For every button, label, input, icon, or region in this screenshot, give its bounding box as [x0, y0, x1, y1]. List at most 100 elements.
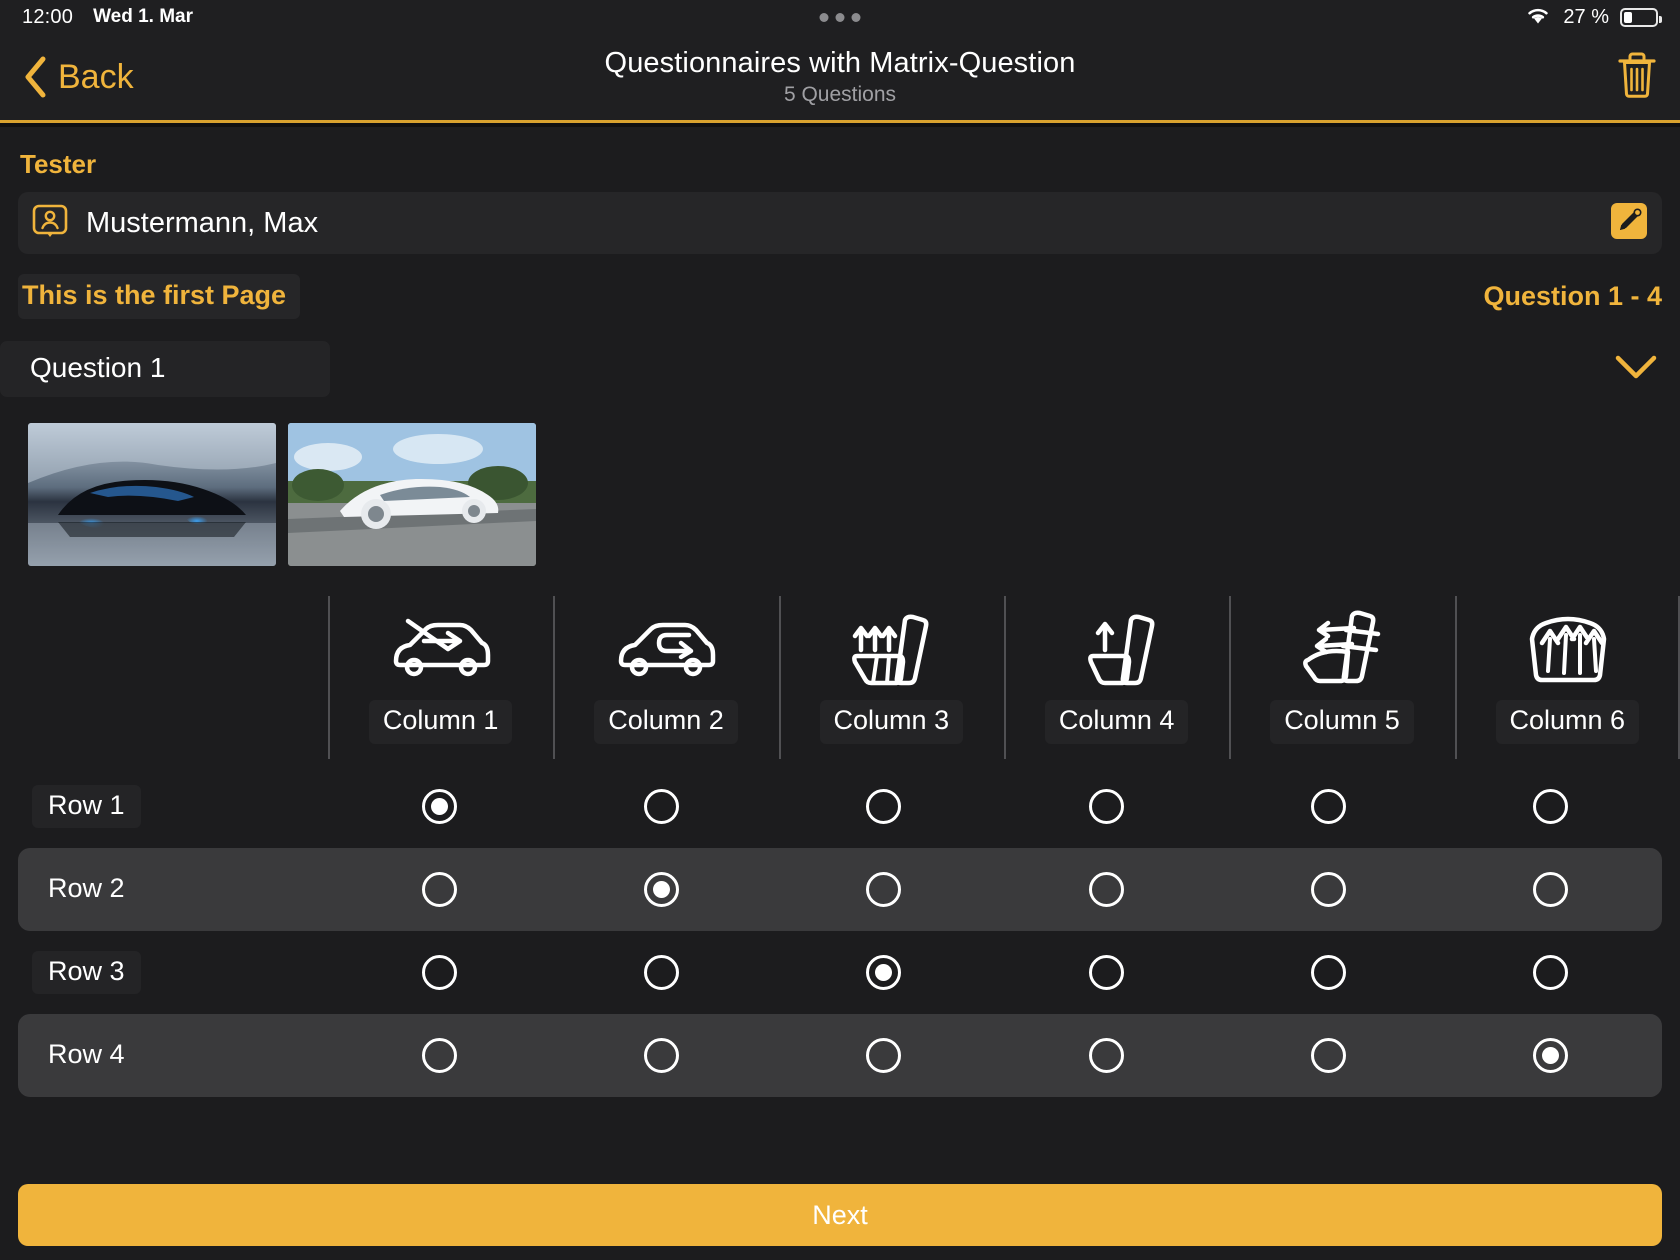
radio-button[interactable]	[1533, 1038, 1569, 1073]
matrix-question: Column 1 Column 2 Column 3 Column 4 Colu…	[0, 590, 1680, 1097]
matrix-column-label: Column 5	[1270, 700, 1414, 744]
delete-button[interactable]	[1616, 52, 1658, 103]
matrix-cell-r4c5[interactable]	[1217, 1038, 1439, 1073]
matrix-cell-r1c1[interactable]	[328, 789, 550, 824]
question-title-chip: Question 1	[0, 341, 330, 397]
table-row: Row 3	[18, 931, 1662, 1014]
content-area: Tester Mustermann, Max This is the first…	[0, 127, 1680, 1097]
matrix-cell-r1c6[interactable]	[1440, 789, 1662, 824]
matrix-column-1: Column 1	[328, 590, 553, 765]
radio-button[interactable]	[643, 789, 679, 824]
radio-button[interactable]	[866, 955, 902, 990]
matrix-cell-r3c1[interactable]	[328, 955, 550, 990]
matrix-cell-r4c4[interactable]	[995, 1038, 1217, 1073]
matrix-cell-r2c6[interactable]	[1440, 872, 1662, 907]
radio-button[interactable]	[866, 789, 902, 824]
question-image-strip	[0, 397, 1680, 566]
radio-button[interactable]	[421, 1038, 457, 1073]
radio-button[interactable]	[643, 1038, 679, 1073]
tester-field[interactable]: Mustermann, Max	[18, 192, 1662, 254]
radio-button[interactable]	[1310, 789, 1346, 824]
tester-section-label: Tester	[20, 149, 97, 179]
matrix-cell-r1c4[interactable]	[995, 789, 1217, 824]
matrix-cell-r2c1[interactable]	[328, 872, 550, 907]
matrix-cell-r4c3[interactable]	[773, 1038, 995, 1073]
edit-tester-button[interactable]	[1610, 202, 1648, 245]
matrix-row-label: Row 4	[48, 1039, 125, 1069]
radio-button[interactable]	[421, 955, 457, 990]
matrix-column-label: Column 2	[594, 700, 738, 744]
footer-bar: Next	[18, 1184, 1662, 1246]
collapse-question-button[interactable]	[1614, 354, 1658, 385]
matrix-cell-r3c2[interactable]	[550, 955, 772, 990]
matrix-header-row: Column 1 Column 2 Column 3 Column 4 Colu…	[0, 590, 1680, 765]
matrix-cell-r2c4[interactable]	[995, 872, 1217, 907]
back-label: Back	[58, 57, 134, 96]
radio-button[interactable]	[421, 872, 457, 907]
matrix-column-5: Column 5	[1229, 590, 1454, 765]
radio-button[interactable]	[866, 872, 902, 907]
matrix-cell-r4c1[interactable]	[328, 1038, 550, 1073]
radio-button[interactable]	[1088, 872, 1124, 907]
radio-button[interactable]	[643, 872, 679, 907]
wifi-icon	[1524, 4, 1552, 31]
radio-button[interactable]	[1533, 872, 1569, 907]
next-button[interactable]: Next	[18, 1184, 1662, 1246]
radio-button[interactable]	[1088, 1038, 1124, 1073]
trash-icon	[1616, 52, 1658, 102]
question-range: Question 1 - 4	[1483, 281, 1662, 311]
matrix-cell-r2c3[interactable]	[773, 872, 995, 907]
matrix-column-3: Column 3	[778, 590, 1004, 765]
table-row: Row 2	[18, 848, 1662, 931]
matrix-column-6: Column 6	[1454, 590, 1680, 765]
matrix-cell-r3c3[interactable]	[773, 955, 995, 990]
matrix-cell-r1c2[interactable]	[550, 789, 772, 824]
matrix-cell-r3c5[interactable]	[1217, 955, 1439, 990]
page-title: Questionnaires with Matrix-Question	[604, 47, 1076, 79]
radio-button[interactable]	[1310, 955, 1346, 990]
matrix-column-label: Column 6	[1495, 700, 1640, 744]
nav-title-block: Questionnaires with Matrix-Question 5 Qu…	[0, 47, 1680, 107]
matrix-column-4: Column 4	[1003, 590, 1229, 765]
matrix-cell-r2c2[interactable]	[550, 872, 772, 907]
radio-button[interactable]	[1533, 789, 1569, 824]
status-bar: 12:00 Wed 1. Mar 27 %	[0, 0, 1680, 34]
matrix-cell-r1c3[interactable]	[773, 789, 995, 824]
tester-name: Mustermann, Max	[86, 206, 319, 239]
seat-ventilation-icon	[841, 590, 941, 700]
matrix-cell-r3c6[interactable]	[1440, 955, 1662, 990]
car-fresh-air-icon	[386, 590, 496, 700]
radio-button[interactable]	[866, 1038, 902, 1073]
matrix-cell-r2c5[interactable]	[1217, 872, 1439, 907]
matrix-column-2: Column 2	[553, 590, 778, 765]
matrix-row-label: Row 3	[18, 951, 328, 994]
radio-button[interactable]	[1310, 872, 1346, 907]
radio-button[interactable]	[1310, 1038, 1346, 1073]
seat-single-airflow-icon	[1067, 590, 1167, 700]
black-sports-car-thumbnail[interactable]	[28, 423, 276, 566]
radio-button[interactable]	[421, 789, 457, 824]
edit-pencil-icon	[1610, 202, 1648, 244]
matrix-row-label: Row 1	[18, 785, 328, 828]
question-header: Question 1	[0, 341, 1680, 397]
chevron-left-icon	[22, 55, 48, 99]
car-recirculation-icon	[611, 590, 721, 700]
radio-button[interactable]	[1533, 955, 1569, 990]
back-button[interactable]: Back	[22, 55, 134, 99]
matrix-column-label: Column 4	[1044, 700, 1189, 744]
radio-button[interactable]	[1088, 789, 1124, 824]
nav-bar: Back Questionnaires with Matrix-Question…	[0, 34, 1680, 120]
matrix-cell-r3c4[interactable]	[995, 955, 1217, 990]
white-concept-car-thumbnail[interactable]	[288, 423, 536, 566]
matrix-cell-r4c6[interactable]	[1440, 1038, 1662, 1073]
matrix-column-label: Column 1	[368, 700, 513, 744]
app-screen: 12:00 Wed 1. Mar 27 % Back Questionnaire…	[0, 0, 1680, 1260]
matrix-cell-r1c5[interactable]	[1217, 789, 1439, 824]
status-date: Wed 1. Mar	[93, 6, 194, 27]
radio-button[interactable]	[643, 955, 679, 990]
radio-button[interactable]	[1088, 955, 1124, 990]
page-subtitle: 5 Questions	[783, 83, 897, 106]
table-row: Row 4	[18, 1014, 1662, 1097]
matrix-cell-r4c2[interactable]	[550, 1038, 772, 1073]
question-title: Question 1	[30, 352, 166, 383]
